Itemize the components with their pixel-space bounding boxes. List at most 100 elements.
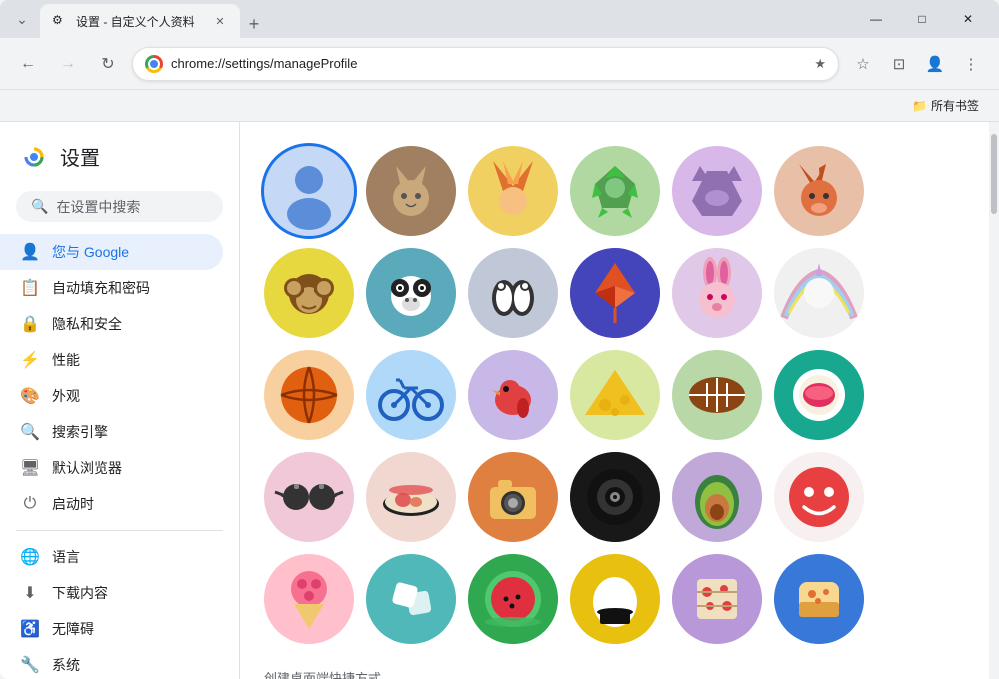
sidebar-item-autofill[interactable]: 📋 自动填充和密码 [0, 270, 223, 306]
sidebar-item-label: 性能 [52, 350, 80, 370]
address-input-wrap[interactable]: chrome://settings/manageProfile ★ [132, 47, 839, 81]
content-area: 创建桌面端快捷方式 [240, 122, 989, 679]
sidebar-item-privacy[interactable]: 🔒 隐私和安全 [0, 306, 223, 342]
avatar-cheese[interactable] [570, 350, 660, 440]
address-text: chrome://settings/manageProfile [171, 56, 806, 71]
bookmarks-bar: 📁 所有书签 [0, 90, 999, 122]
avatar-panda-black[interactable] [366, 248, 456, 338]
main-content: 设置 🔍 👤 您与 Google 📋 自动填充和密码 🔒 [0, 122, 999, 679]
avatar-fox-origami[interactable] [468, 146, 558, 236]
avatar-smile-face[interactable] [774, 452, 864, 542]
sidebar-item-label: 默认浏览器 [52, 458, 122, 478]
sidebar-item-label: 外观 [52, 386, 80, 406]
avatar-rainbow-unicorn[interactable] [774, 248, 864, 338]
close-button[interactable]: ✕ [945, 3, 991, 35]
address-actions: ☆ ⊡ 👤 ⋮ [847, 48, 987, 80]
accessibility-icon: ♿ [20, 619, 40, 639]
search-input-wrap[interactable]: 🔍 [16, 191, 223, 222]
bookmark-button[interactable]: ☆ [847, 48, 879, 80]
title-bar: ⌄ ⚙ 设置 - 自定义个人资料 ✕ + — □ ✕ [0, 0, 999, 38]
tab-favicon: ⚙ [52, 13, 68, 29]
avatar-watermelon[interactable] [468, 554, 558, 644]
right-scrollbar[interactable] [989, 122, 999, 679]
avatar-bird-red[interactable] [468, 350, 558, 440]
avatar-vinyl-record[interactable] [570, 452, 660, 542]
sidebar-item-appearance[interactable]: 🎨 外观 [0, 378, 223, 414]
sidebar-item-search[interactable]: 🔍 搜索引擎 [0, 414, 223, 450]
sidebar-item-label: 下载内容 [52, 583, 108, 603]
sidebar-item-browser[interactable]: 🖥 默认浏览器 [0, 450, 223, 486]
all-bookmarks[interactable]: 📁 所有书签 [904, 93, 987, 118]
menu-button[interactable]: ⋮ [955, 48, 987, 80]
folder-icon: 📁 [912, 99, 927, 113]
avatar-rabbit-pink[interactable] [672, 248, 762, 338]
sidebar-item-label: 隐私和安全 [52, 314, 122, 334]
sidebar-item-label: 搜索引擎 [52, 422, 108, 442]
system-icon: 🔧 [20, 655, 40, 675]
avatar-shapes-teal[interactable] [366, 554, 456, 644]
sidebar-item-system[interactable]: 🔧 系统 [0, 647, 223, 679]
avatar-football[interactable] [672, 350, 762, 440]
avatar-icecream[interactable] [264, 554, 354, 644]
new-tab-button[interactable]: + [240, 10, 268, 38]
person-icon: 👤 [20, 242, 40, 262]
forward-button[interactable]: → [52, 48, 84, 80]
sidebar-item-label: 启动时 [52, 494, 94, 514]
avatar-turtle-origami[interactable] [570, 146, 660, 236]
right-scrollbar-thumb[interactable] [991, 134, 997, 214]
avatar-rice-ball[interactable] [570, 554, 660, 644]
window-controls-right: — □ ✕ [853, 3, 991, 35]
avatar-sushi-teal[interactable] [774, 350, 864, 440]
minimize-button[interactable]: — [853, 3, 899, 35]
tab-list-button[interactable]: ⌄ [8, 5, 36, 33]
avatar-sushi-roll[interactable] [366, 452, 456, 542]
sidebar-item-language[interactable]: 🌐 语言 [0, 539, 223, 575]
sidebar: 设置 🔍 👤 您与 Google 📋 自动填充和密码 🔒 [0, 122, 240, 679]
browser-window: ⌄ ⚙ 设置 - 自定义个人资料 ✕ + — □ ✕ ← → ↻ chrome:… [0, 0, 999, 679]
sidebar-item-performance[interactable]: ⚡ 性能 [0, 342, 223, 378]
profile-button[interactable]: 👤 [919, 48, 951, 80]
avatar-cat-origami[interactable] [366, 146, 456, 236]
avatar-toast[interactable] [774, 554, 864, 644]
split-view-button[interactable]: ⊡ [883, 48, 915, 80]
avatar-pizza-purple[interactable] [672, 554, 762, 644]
avatar-penguins-gray[interactable] [468, 248, 558, 338]
sidebar-item-startup[interactable]: ⏻ 启动时 [0, 486, 223, 522]
sidebar-item-label: 自动填充和密码 [52, 278, 150, 298]
maximize-button[interactable]: □ [899, 3, 945, 35]
back-button[interactable]: ← [12, 48, 44, 80]
sidebar-item-download[interactable]: ⬇ 下载内容 [0, 575, 223, 611]
avatar-basketball[interactable] [264, 350, 354, 440]
active-tab[interactable]: ⚙ 设置 - 自定义个人资料 ✕ [40, 4, 240, 38]
language-icon: 🌐 [20, 547, 40, 567]
avatar-user-silhouette[interactable] [264, 146, 354, 236]
search-input[interactable] [56, 199, 237, 215]
address-security-info: ★ [814, 56, 826, 72]
tab-title: 设置 - 自定义个人资料 [76, 13, 204, 30]
sidebar-divider [16, 530, 223, 531]
footer-text: 创建桌面端快捷方式 [264, 652, 965, 679]
sidebar-item-label: 语言 [52, 547, 80, 567]
browser-icon: 🖥 [20, 458, 40, 478]
sidebar-header: 设置 [0, 130, 239, 183]
refresh-button[interactable]: ↻ [92, 48, 124, 80]
avatar-elephant-origami[interactable] [672, 146, 762, 236]
sidebar-item-you-google[interactable]: 👤 您与 Google [0, 234, 223, 270]
sidebar-item-accessibility[interactable]: ♿ 无障碍 [0, 611, 223, 647]
google-logo [20, 143, 48, 171]
search-icon: 🔍 [31, 198, 48, 215]
avatar-sunglasses[interactable] [264, 452, 354, 542]
avatar-fox-orange[interactable] [774, 146, 864, 236]
avatar-monkey-yellow[interactable] [264, 248, 354, 338]
autofill-icon: 📋 [20, 278, 40, 298]
sidebar-item-label: 无障碍 [52, 619, 94, 639]
avatar-bicycle[interactable] [366, 350, 456, 440]
appearance-icon: 🎨 [20, 386, 40, 406]
content-inner: 创建桌面端快捷方式 [240, 122, 989, 679]
avatar-avocado[interactable] [672, 452, 762, 542]
performance-icon: ⚡ [20, 350, 40, 370]
avatar-crane-orange[interactable] [570, 248, 660, 338]
tab-close-button[interactable]: ✕ [212, 13, 228, 29]
startup-icon: ⏻ [20, 495, 40, 513]
avatar-camera[interactable] [468, 452, 558, 542]
